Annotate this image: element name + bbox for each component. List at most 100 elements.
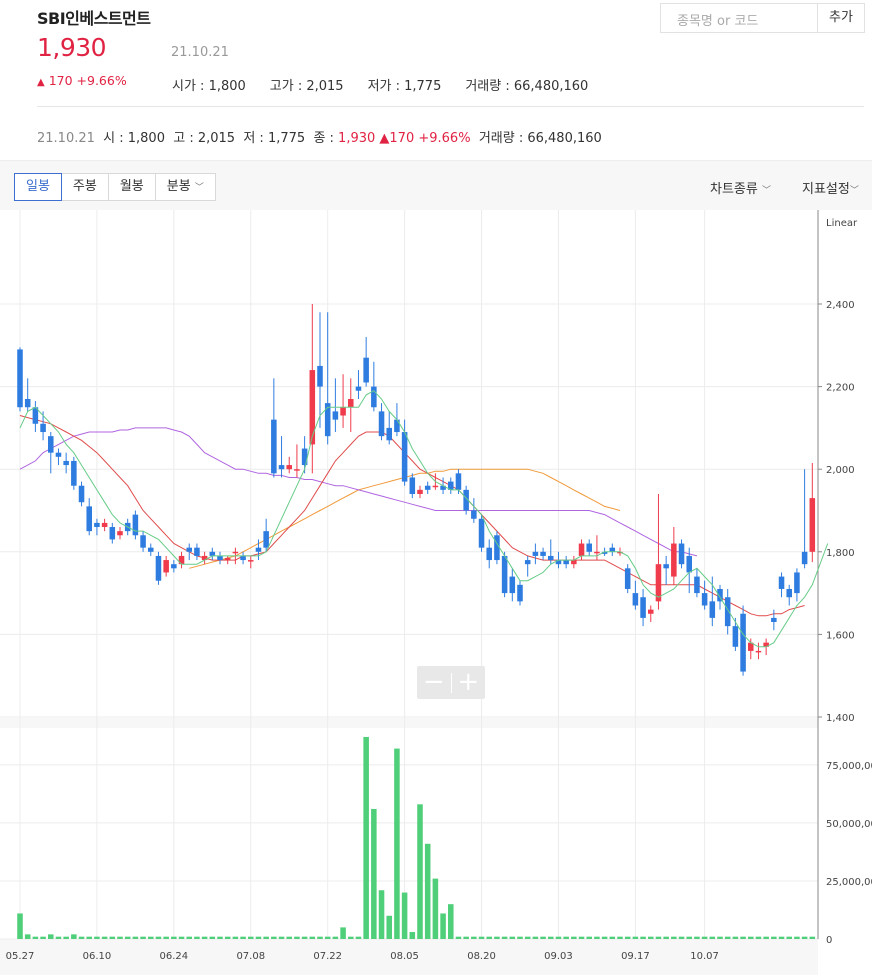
volume-bar [763, 936, 769, 939]
volume-bar [301, 936, 308, 939]
volume-bar [132, 936, 139, 939]
candle-body [524, 560, 531, 565]
candle-body [709, 601, 716, 618]
volume-tick-label: 0 [826, 935, 832, 946]
candle-body [378, 411, 385, 437]
candle-body [94, 522, 100, 528]
volume-bar [263, 936, 269, 939]
candle-body [63, 460, 69, 466]
candle-body [632, 593, 639, 606]
detail-low: 저 : 1,775 [243, 131, 306, 146]
tab-monthly[interactable]: 월봉 [107, 173, 156, 201]
candle-body [240, 555, 246, 561]
zoom-out-button[interactable]: − [417, 666, 451, 699]
volume-bar [694, 936, 700, 939]
candle-body [594, 551, 600, 554]
volume-bar [332, 936, 339, 939]
detail-volume: 거래량 : 66,480,160 [478, 131, 602, 146]
candle-body [432, 485, 439, 488]
volume-bar [563, 936, 569, 939]
price-chart[interactable]: 05.27 06.10 06.24 07.08 07.22 08.05 08.20 09.03… [0, 210, 872, 975]
up-arrow-icon: ▲ [37, 77, 45, 88]
add-button[interactable]: 추가 [818, 3, 865, 33]
volume-bar [201, 936, 208, 939]
volume-bar [509, 936, 516, 939]
volume-bar [463, 936, 469, 939]
x-tick-label: 07.08 [236, 951, 265, 962]
volume-bar [101, 936, 108, 939]
volume-bar [148, 936, 154, 939]
divider [37, 106, 864, 107]
candle-body [771, 617, 777, 623]
volume-bar [171, 936, 177, 939]
indicator-menu[interactable]: 지표설정﹀ [802, 178, 859, 197]
candle-body [624, 568, 631, 589]
candle-body [424, 485, 431, 490]
price-change: ▲ 170 +9.66% [37, 73, 127, 88]
candle-body [78, 485, 85, 503]
volume-bar [24, 934, 31, 939]
x-tick-label: 07.22 [313, 951, 342, 962]
volume-bar [340, 927, 346, 939]
price-tick-label: 1,400 [826, 713, 855, 724]
volume-bar [224, 936, 231, 939]
chevron-down-icon: ﹀ [761, 186, 771, 196]
candle-body [386, 427, 392, 441]
change-percent: +9.66% [76, 73, 127, 88]
volume-bar [601, 936, 608, 939]
volume-bar [394, 748, 400, 939]
detail-open: 시 : 1,800 [103, 131, 165, 146]
volume-bar [701, 936, 708, 939]
candle-body [263, 531, 269, 548]
zoom-in-button[interactable]: + [451, 666, 485, 699]
candle-body [509, 576, 516, 594]
volume-bar [209, 936, 216, 939]
volume-bar [686, 936, 692, 939]
volume-bar [409, 932, 416, 939]
change-value: 170 [48, 73, 73, 88]
volume-tick-label: 50,000,000 [826, 819, 872, 830]
volume-bar [678, 936, 685, 939]
candle-body [401, 432, 408, 482]
volume-bar [194, 936, 200, 939]
volume-bar [755, 936, 762, 939]
volume-bar [109, 936, 116, 939]
volume-bar [640, 936, 646, 939]
open-price: 시가 : 1,800 [172, 79, 246, 94]
candle-body [678, 543, 685, 565]
volume-bar [709, 936, 716, 939]
volume-bar [48, 934, 54, 939]
volume-bar [501, 936, 508, 939]
candle-body [286, 465, 292, 470]
price-tick-label: 2,400 [826, 300, 855, 311]
volume-bar [571, 936, 577, 939]
tab-minute[interactable]: 분봉 ﹀ [154, 173, 216, 201]
candle-body [778, 576, 785, 589]
chart-type-menu[interactable]: 차트종류 ﹀ [710, 178, 771, 197]
candle-body [663, 564, 669, 569]
candle-body [540, 551, 546, 556]
detail-high: 고 : 2,015 [173, 131, 236, 146]
volume-bar [486, 936, 492, 939]
tab-weekly[interactable]: 주봉 [60, 173, 109, 201]
volume-bar [432, 878, 439, 939]
volume-bar [178, 936, 185, 939]
candle-body [348, 398, 354, 408]
candle-body [532, 551, 539, 556]
volume-bar [424, 843, 431, 939]
x-tick-label: 06.10 [83, 951, 112, 962]
tab-daily[interactable]: 일봉 [14, 173, 62, 201]
candle-body [71, 460, 77, 486]
candle-body [571, 560, 577, 565]
candle-body [471, 510, 477, 519]
candle-body [794, 572, 800, 594]
volume-bar [417, 804, 423, 939]
volume-bar [117, 936, 123, 939]
volume-bar [609, 936, 616, 939]
candle-body [517, 584, 523, 602]
detail-change: ▲170 [379, 131, 415, 146]
x-tick-label: 09.17 [621, 951, 650, 962]
candle-body [694, 576, 700, 594]
search-input[interactable]: 종목명 or 코드 [660, 3, 818, 33]
volume-bar [671, 936, 677, 939]
